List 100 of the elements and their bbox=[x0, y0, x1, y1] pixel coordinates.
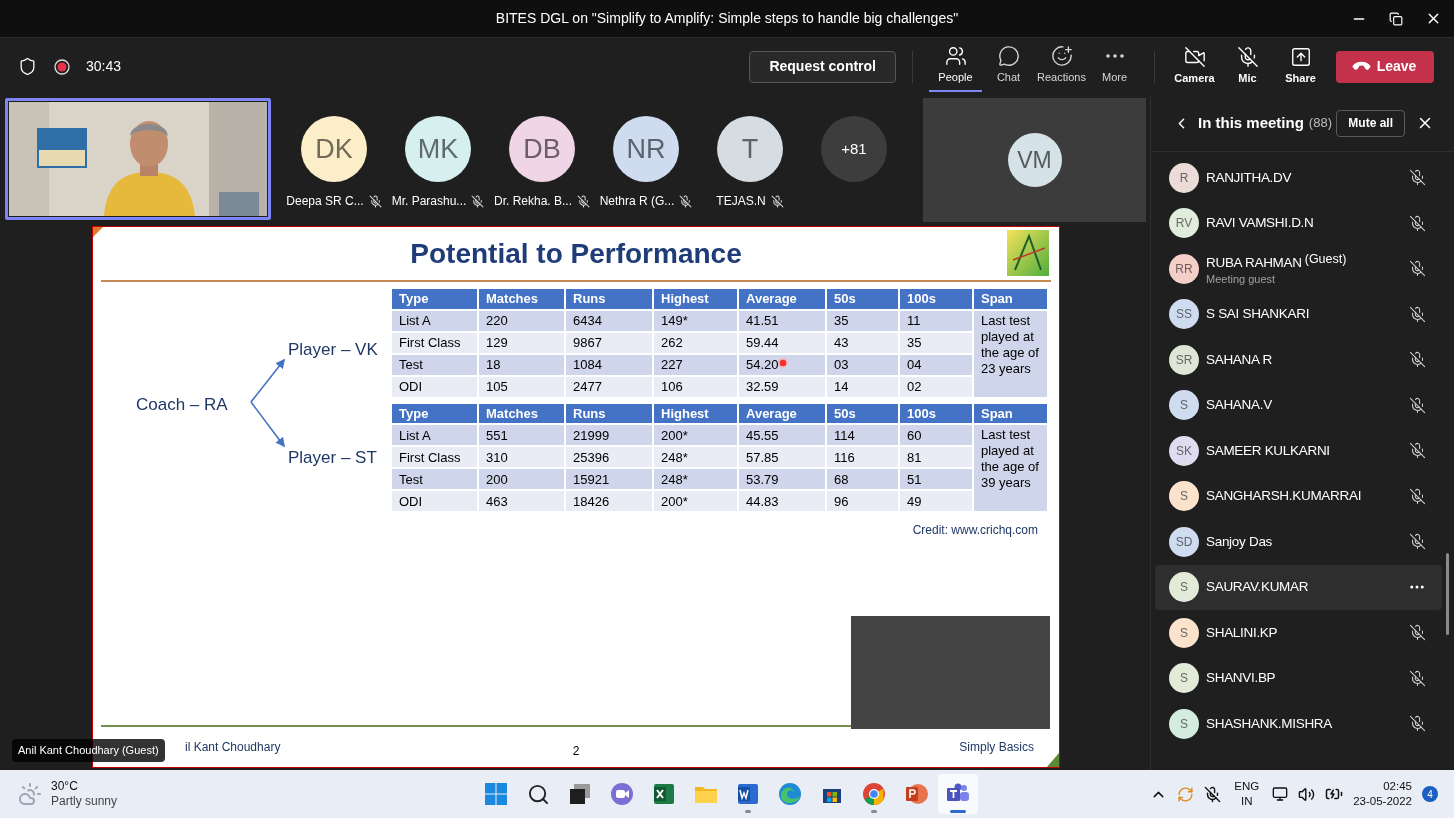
participant-avatar: R bbox=[1169, 162, 1199, 193]
column-header: Type bbox=[391, 288, 478, 310]
participant-avatar[interactable]: T bbox=[717, 116, 783, 182]
mic-off-icon[interactable] bbox=[1204, 785, 1222, 803]
restore-icon[interactable] bbox=[1389, 11, 1403, 26]
table-cell: List A bbox=[391, 424, 478, 446]
clock[interactable]: 02:45 23-05-2022 bbox=[1353, 779, 1412, 809]
taskbar-button[interactable] bbox=[938, 774, 978, 814]
column-header: 50s bbox=[826, 288, 899, 310]
participant-name: SHANVI.BP bbox=[1206, 669, 1276, 688]
diagram-label: Player – ST bbox=[288, 447, 377, 469]
start-icon[interactable] bbox=[484, 782, 508, 806]
spreadsheet-icon[interactable] bbox=[652, 782, 676, 806]
toolbar-button[interactable]: More bbox=[1088, 41, 1141, 92]
more-participants-button[interactable]: +81 bbox=[821, 116, 887, 182]
mic-off-icon bbox=[1409, 214, 1426, 232]
toolbar-button[interactable]: Chat bbox=[982, 41, 1035, 92]
language-indicator[interactable]: ENG IN bbox=[1234, 779, 1260, 809]
notification-badge[interactable]: 4 bbox=[1422, 786, 1438, 802]
presentation-icon[interactable] bbox=[904, 782, 928, 806]
column-header: Span bbox=[973, 288, 1048, 310]
scrollbar[interactable] bbox=[1446, 553, 1449, 635]
participant-row[interactable]: S SAHANA.V bbox=[1155, 382, 1442, 428]
participant-avatar: RV bbox=[1169, 208, 1199, 239]
window-title: BITES DGL on "Simplify to Amplify: Simple steps to handle big challenges" bbox=[495, 9, 959, 28]
column-header: Span bbox=[973, 402, 1048, 424]
table-cell: Test bbox=[391, 468, 478, 490]
participant-row[interactable]: SR SAHANA R bbox=[1155, 337, 1442, 383]
running-indicator bbox=[871, 810, 877, 813]
leave-button[interactable]: Leave bbox=[1336, 50, 1434, 83]
credit-text: Credit: www.crichq.com bbox=[912, 522, 1038, 539]
participant-row[interactable]: R RANJITHA.DV bbox=[1155, 155, 1442, 201]
more-icon bbox=[1105, 54, 1124, 59]
browser-icon[interactable] bbox=[778, 782, 802, 806]
share-icon bbox=[1289, 46, 1312, 69]
mic-off-icon bbox=[1409, 533, 1426, 551]
mic-off-icon bbox=[1409, 396, 1426, 414]
toolbar-button[interactable]: Mic bbox=[1221, 41, 1274, 92]
participant-row[interactable]: S SHASHANK.MISHRA bbox=[1155, 701, 1442, 747]
table-cell: ODI bbox=[391, 490, 478, 512]
request-control-button[interactable]: Request control bbox=[749, 50, 896, 83]
participant-name: SAHANA.V bbox=[1206, 396, 1272, 415]
participant-name: SANGHARSH.KUMARRAI bbox=[1206, 487, 1362, 506]
video-chat-icon[interactable] bbox=[610, 782, 634, 806]
column-header: Average bbox=[738, 288, 826, 310]
column-header: Runs bbox=[565, 402, 653, 424]
participant-row[interactable]: S SHANVI.BP bbox=[1155, 655, 1442, 701]
participant-row[interactable]: SS S SAI SHANKARI bbox=[1155, 291, 1442, 337]
video-tile[interactable]: VM bbox=[923, 98, 1146, 222]
toolbar-button[interactable]: Camera bbox=[1168, 41, 1221, 92]
participant-avatar[interactable]: DB bbox=[509, 116, 575, 182]
task-view-icon[interactable] bbox=[568, 782, 592, 806]
participant-row[interactable]: S SAURAV.KUMAR bbox=[1155, 564, 1442, 610]
mic-off-icon bbox=[1409, 624, 1426, 642]
participant-row[interactable]: SD Sanjoy Das bbox=[1155, 519, 1442, 565]
participant-avatar: VM bbox=[1007, 133, 1062, 187]
presenter-label: Anil Kant Choudhary (Guest) bbox=[12, 739, 165, 762]
mic-off-icon bbox=[1236, 46, 1259, 69]
participant-row[interactable]: RV RAVI VAMSHI.D.N bbox=[1155, 200, 1442, 246]
participant-avatar: S bbox=[1169, 708, 1199, 739]
document-icon[interactable] bbox=[736, 782, 760, 806]
column-header: 100s bbox=[899, 288, 973, 310]
participant-avatar[interactable]: NR bbox=[613, 116, 679, 182]
mic-off-icon bbox=[1409, 260, 1426, 278]
recording-icon bbox=[54, 58, 70, 75]
participant-row[interactable]: RR RUBA RAHMAN (Guest) Meeting guest bbox=[1155, 246, 1442, 292]
participant-avatar: SK bbox=[1169, 435, 1199, 466]
toolbar-button[interactable]: People bbox=[929, 41, 982, 92]
participant-row[interactable]: S SHALINI.KP bbox=[1155, 610, 1442, 656]
guest-tag: (Guest) bbox=[1304, 249, 1347, 269]
mute-all-button[interactable]: Mute all bbox=[1336, 109, 1405, 137]
browser-icon[interactable] bbox=[862, 782, 886, 806]
mic-off-icon bbox=[1409, 487, 1426, 505]
corner-decoration-icon bbox=[93, 227, 103, 237]
table-cell: ODI bbox=[391, 375, 478, 398]
participant-row[interactable]: S SANGHARSH.KUMARRAI bbox=[1155, 473, 1442, 519]
laser-pointer-icon bbox=[778, 358, 788, 368]
search-icon[interactable] bbox=[526, 782, 550, 806]
page-number: 2 bbox=[572, 743, 580, 760]
participant-avatar: S bbox=[1169, 617, 1199, 648]
toolbar-button[interactable]: Reactions bbox=[1035, 41, 1088, 92]
smiley-icon bbox=[1050, 45, 1073, 68]
column-header: Highest bbox=[653, 288, 738, 310]
footer-text: Simply Basics bbox=[959, 739, 1035, 756]
meeting-timer: 30:43 bbox=[86, 57, 122, 76]
participant-name: RANJITHA.DV bbox=[1206, 168, 1292, 187]
video-tile[interactable] bbox=[851, 616, 1050, 729]
running-indicator bbox=[745, 810, 751, 813]
volume-icon[interactable] bbox=[1298, 785, 1316, 803]
participant-avatar[interactable]: MK bbox=[405, 116, 471, 182]
network-icon[interactable] bbox=[1272, 786, 1289, 802]
column-header: 100s bbox=[899, 402, 973, 424]
running-indicator bbox=[950, 810, 966, 813]
toolbar-button[interactable]: Share bbox=[1274, 41, 1327, 92]
participant-row[interactable]: SK SAMEER KULKARNI bbox=[1155, 428, 1442, 474]
participant-name: S SAI SHANKARI bbox=[1206, 305, 1310, 324]
panel-title: In this meeting bbox=[1198, 112, 1304, 133]
participant-avatar[interactable]: DK bbox=[301, 116, 367, 182]
participant-avatar: S bbox=[1169, 390, 1199, 421]
column-header: Matches bbox=[478, 402, 565, 424]
